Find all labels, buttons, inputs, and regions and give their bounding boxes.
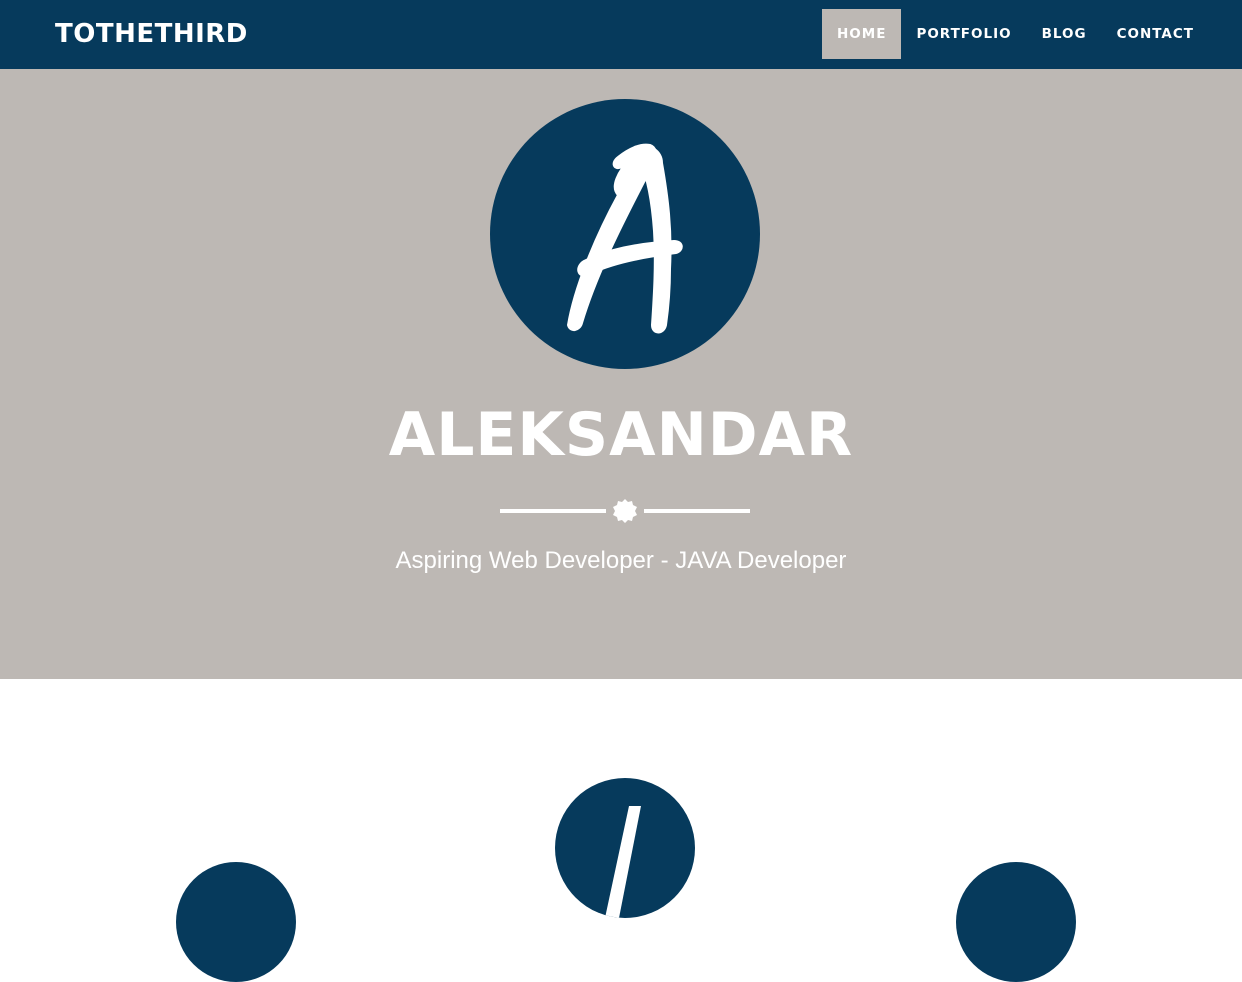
service-circle-left <box>176 862 296 982</box>
divider-line-left <box>500 509 606 513</box>
main-nav: HOME PORTFOLIO BLOG CONTACT <box>822 9 1209 59</box>
avatar <box>490 99 760 369</box>
brand-logo[interactable]: TOTHETHIRD <box>55 17 248 51</box>
hero-divider <box>500 499 750 523</box>
service-circle-center <box>555 778 695 918</box>
pencil-icon <box>605 806 641 918</box>
nav-blog[interactable]: BLOG <box>1027 9 1102 59</box>
divider-line-right <box>644 509 750 513</box>
star-badge-icon <box>613 499 637 523</box>
nav-portfolio[interactable]: PORTFOLIO <box>901 9 1026 59</box>
nav-home[interactable]: HOME <box>822 9 902 59</box>
hero-tagline: Aspiring Web Developer - JAVA Developer <box>395 547 847 574</box>
top-navbar: TOTHETHIRD HOME PORTFOLIO BLOG CONTACT <box>0 0 1242 69</box>
letter-a-logo-icon <box>567 143 683 334</box>
hero-name: ALEKSANDAR <box>388 400 854 470</box>
nav-contact[interactable]: CONTACT <box>1102 9 1209 59</box>
service-circle-right <box>956 862 1076 982</box>
hero-section: ALEKSANDAR Aspiring Web Developer - JAVA… <box>0 69 1242 679</box>
